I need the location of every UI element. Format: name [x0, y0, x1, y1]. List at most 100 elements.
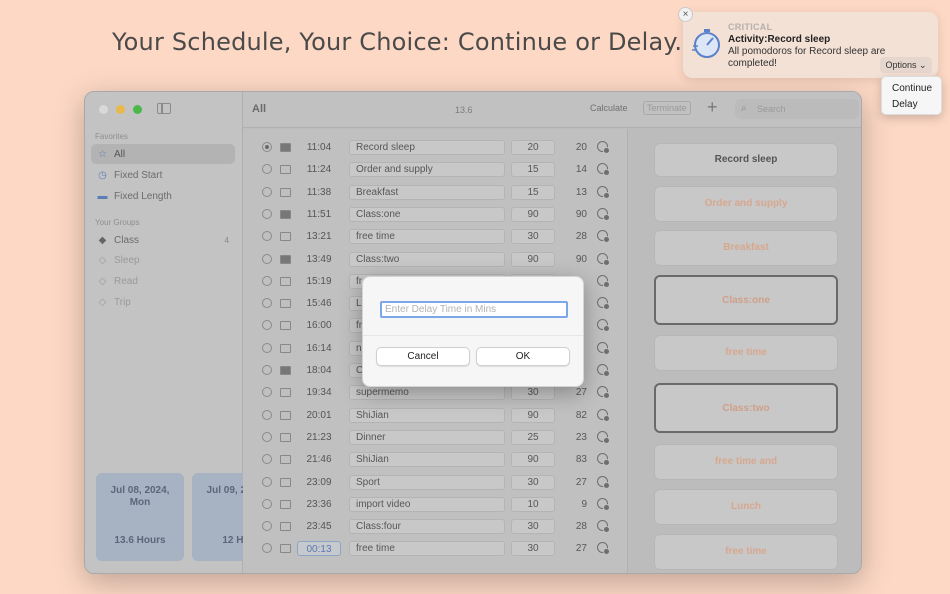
start-time[interactable]: 21:46	[297, 452, 341, 467]
menu-item-continue[interactable]: Continue	[882, 81, 941, 97]
table-row[interactable]: 23:09 Sport 30 27	[243, 471, 627, 493]
planned-minutes-field[interactable]: 90	[511, 407, 555, 423]
search-input[interactable]: ⌕ Search	[735, 99, 859, 119]
start-time[interactable]: 19:34	[297, 385, 341, 400]
task-name-field[interactable]: Class:two	[349, 251, 505, 267]
planned-minutes-field[interactable]: 90	[511, 452, 555, 468]
planned-minutes-field[interactable]: 15	[511, 184, 555, 200]
start-time[interactable]: 15:19	[297, 274, 341, 289]
start-time[interactable]: 15:46	[297, 296, 341, 311]
radio-button[interactable]	[262, 298, 272, 309]
task-card[interactable]: Order and supply	[654, 186, 838, 222]
sidebar-item-read[interactable]: ◇ Read	[91, 271, 235, 291]
sidebar-item-fixed-length[interactable]: ▬ Fixed Length	[91, 186, 235, 206]
task-card[interactable]: Class:two	[654, 383, 838, 433]
table-row[interactable]: 13:49 Class:two 90 90	[243, 248, 627, 270]
planned-minutes-field[interactable]: 30	[511, 229, 555, 245]
minimize-window-button[interactable]	[116, 105, 125, 114]
table-row[interactable]: 11:04 Record sleep 20 20	[243, 136, 627, 158]
notification[interactable]: × CRITICAL Activity:Record sleep All pom…	[678, 7, 938, 78]
radio-button[interactable]	[262, 387, 272, 398]
radio-button[interactable]	[262, 409, 272, 420]
start-time[interactable]: 18:04	[297, 363, 341, 378]
table-row[interactable]: 13:21 free time 30 28	[243, 225, 627, 247]
options-button[interactable]: Options ⌄	[880, 57, 932, 73]
planned-minutes-field[interactable]: 30	[511, 519, 555, 535]
task-name-field[interactable]: free time	[349, 229, 505, 245]
timer-icon[interactable]	[597, 520, 610, 534]
start-time[interactable]: 23:45	[297, 519, 341, 534]
task-card[interactable]: free time	[654, 534, 838, 570]
planned-minutes-field[interactable]: 10	[511, 496, 555, 512]
radio-button[interactable]	[262, 342, 272, 353]
radio-button[interactable]	[262, 431, 272, 442]
delay-minutes-input[interactable]	[380, 301, 568, 318]
table-row[interactable]: 21:23 Dinner 25 23	[243, 426, 627, 448]
start-time[interactable]: 16:00	[297, 318, 341, 333]
table-row[interactable]: 11:51 Class:one 90 90	[243, 203, 627, 225]
sidebar-item-sleep[interactable]: ◇ Sleep	[91, 250, 235, 270]
radio-button[interactable]	[262, 142, 272, 152]
zoom-window-button[interactable]	[133, 105, 142, 114]
task-name-field[interactable]: ShiJian	[349, 452, 505, 468]
task-name-field[interactable]: Breakfast	[349, 184, 505, 200]
radio-button[interactable]	[262, 521, 272, 532]
close-window-button[interactable]	[99, 105, 108, 114]
cancel-button[interactable]: Cancel	[376, 347, 470, 366]
start-time[interactable]: 13:21	[297, 229, 341, 244]
table-row[interactable]: 23:36 import video 10 9	[243, 493, 627, 515]
close-notification-button[interactable]: ×	[678, 7, 693, 22]
task-card[interactable]: Lunch	[654, 489, 838, 525]
planned-minutes-field[interactable]: 20	[511, 140, 555, 155]
timer-icon[interactable]	[597, 386, 610, 400]
timer-icon[interactable]	[597, 475, 610, 489]
task-name-field[interactable]: ShiJian	[349, 407, 505, 423]
sidebar-toggle-icon[interactable]	[157, 103, 171, 114]
task-name-field[interactable]: free time	[349, 541, 505, 557]
timer-icon[interactable]	[597, 408, 610, 422]
timer-icon[interactable]	[597, 319, 610, 333]
radio-button[interactable]	[262, 164, 272, 175]
task-card[interactable]: free time and	[654, 444, 838, 480]
timer-icon[interactable]	[597, 341, 610, 355]
task-name-field[interactable]: supermemo	[349, 385, 505, 401]
task-name-field[interactable]: Sport	[349, 474, 505, 490]
table-row[interactable]: 00:13 free time 30 27	[243, 537, 627, 559]
task-card[interactable]: Class:one	[654, 275, 838, 325]
table-row[interactable]: 21:46 ShiJian 90 83	[243, 448, 627, 470]
table-row[interactable]: 11:38 Breakfast 15 13	[243, 181, 627, 203]
radio-button[interactable]	[262, 320, 272, 331]
menu-item-delay[interactable]: Delay	[882, 97, 941, 113]
sidebar-item-fixed-start[interactable]: ◷ Fixed Start	[91, 165, 235, 185]
task-name-field[interactable]: Order and supply	[349, 162, 505, 178]
task-card[interactable]: Breakfast	[654, 230, 838, 266]
table-row[interactable]: 11:24 Order and supply 15 14	[243, 158, 627, 180]
timer-icon[interactable]	[597, 274, 610, 288]
start-time[interactable]: 20:01	[297, 408, 341, 423]
planned-minutes-field[interactable]: 30	[511, 385, 555, 401]
radio-button[interactable]	[262, 498, 272, 509]
task-name-field[interactable]: Class:one	[349, 206, 505, 222]
timer-icon[interactable]	[597, 497, 610, 511]
timer-icon[interactable]	[597, 141, 610, 154]
terminate-button[interactable]: Terminate	[643, 101, 691, 115]
task-name-field[interactable]: Class:four	[349, 519, 505, 535]
timer-icon[interactable]	[597, 430, 610, 444]
table-row[interactable]: 20:01 ShiJian 90 82	[243, 404, 627, 426]
sidebar-item-all[interactable]: ☆ All	[91, 144, 235, 164]
start-time[interactable]: 11:24	[297, 162, 341, 177]
planned-minutes-field[interactable]: 90	[511, 206, 555, 222]
start-time[interactable]: 21:23	[297, 430, 341, 445]
timer-icon[interactable]	[597, 453, 610, 467]
sidebar-item-trip[interactable]: ◇ Trip	[91, 292, 235, 312]
table-row[interactable]: 23:45 Class:four 30 28	[243, 515, 627, 537]
planned-minutes-field[interactable]: 25	[511, 429, 555, 445]
planned-minutes-field[interactable]: 30	[511, 541, 555, 557]
sidebar-item-class[interactable]: ◆ Class 4	[91, 230, 235, 250]
timer-icon[interactable]	[597, 364, 610, 377]
planned-minutes-field[interactable]: 90	[511, 251, 555, 267]
planned-minutes-field[interactable]: 15	[511, 162, 555, 178]
task-name-field[interactable]: import video	[349, 496, 505, 512]
start-time[interactable]: 11:51	[297, 207, 341, 222]
radio-button[interactable]	[262, 208, 272, 219]
